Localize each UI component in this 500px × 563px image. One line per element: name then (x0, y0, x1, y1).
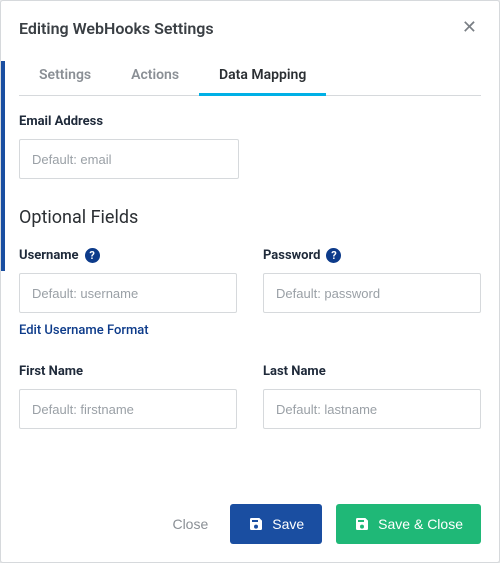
save-button[interactable]: Save (230, 504, 322, 544)
first-name-label: First Name (19, 364, 237, 379)
password-input[interactable] (263, 273, 481, 313)
modal-title: Editing WebHooks Settings (19, 19, 214, 38)
help-icon[interactable]: ? (85, 248, 100, 263)
help-icon[interactable]: ? (326, 248, 341, 263)
save-icon (354, 516, 370, 532)
save-button-label: Save (272, 516, 304, 532)
tab-actions[interactable]: Actions (111, 57, 199, 95)
password-label-text: Password (263, 248, 320, 263)
modal-body: Email Address Optional Fields Username ?… (1, 96, 499, 488)
last-name-input[interactable] (263, 389, 481, 429)
username-label: Username ? (19, 248, 237, 263)
email-label: Email Address (19, 114, 481, 129)
modal-header: Editing WebHooks Settings ✕ (1, 1, 499, 51)
modal-footer: Close Save Save & Close (1, 488, 499, 562)
username-label-text: Username (19, 248, 79, 263)
email-input[interactable] (19, 139, 239, 179)
tab-data-mapping[interactable]: Data Mapping (199, 57, 326, 95)
last-name-label: Last Name (263, 364, 481, 379)
tab-settings[interactable]: Settings (19, 57, 111, 95)
edit-username-format-link[interactable]: Edit Username Format (19, 323, 149, 338)
save-close-button[interactable]: Save & Close (336, 504, 481, 544)
first-name-input[interactable] (19, 389, 237, 429)
tabs-bar: Settings Actions Data Mapping (19, 57, 481, 96)
save-icon (248, 516, 264, 532)
close-button[interactable]: Close (164, 506, 216, 542)
webhooks-settings-modal: Editing WebHooks Settings ✕ Settings Act… (0, 0, 500, 563)
close-icon[interactable]: ✕ (458, 15, 481, 41)
username-input[interactable] (19, 273, 237, 313)
modal-accent-strip (1, 61, 5, 271)
password-label: Password ? (263, 248, 481, 263)
save-close-button-label: Save & Close (378, 516, 463, 532)
optional-fields-heading: Optional Fields (19, 207, 481, 228)
